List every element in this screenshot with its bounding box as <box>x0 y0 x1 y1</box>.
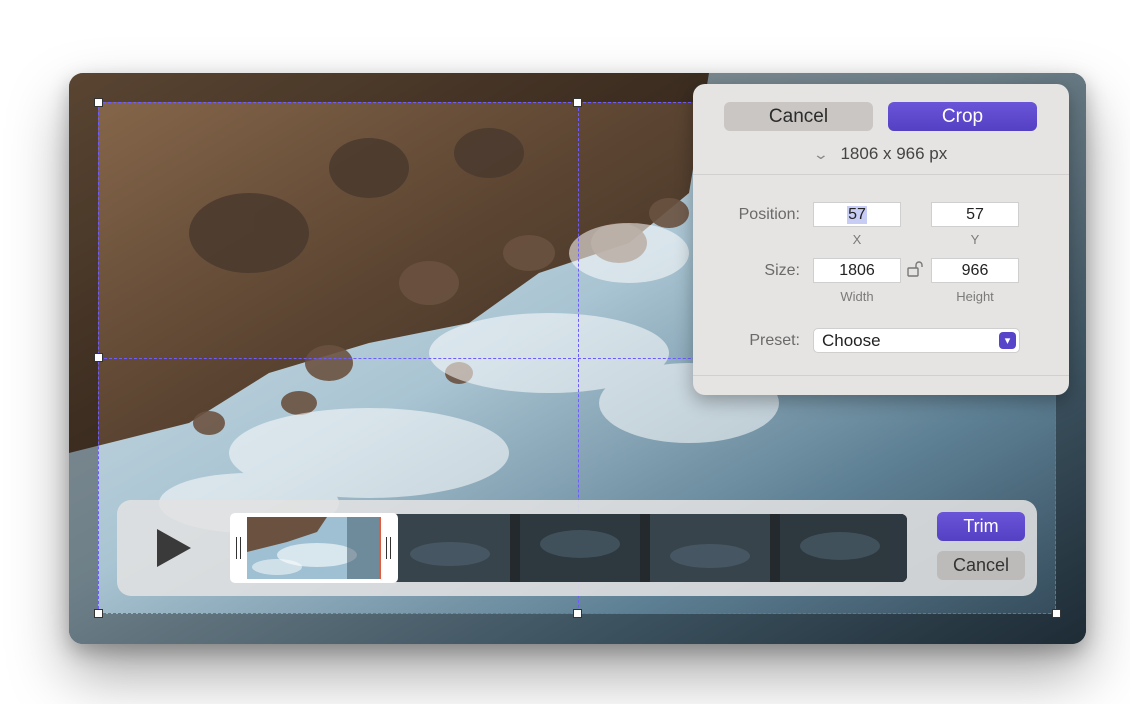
dimensions-readout: 1806 x 966 px <box>840 144 948 163</box>
playhead[interactable] <box>379 517 381 579</box>
height-field[interactable]: 966 <box>931 258 1019 283</box>
trim-handle-left[interactable] <box>236 537 241 559</box>
chevron-down-icon[interactable]: ⌄ <box>812 146 828 163</box>
crop-handle-bottom-left[interactable] <box>94 609 103 618</box>
crop-handle-top-left[interactable] <box>94 98 103 107</box>
y-caption: Y <box>970 232 980 247</box>
trim-handle-right[interactable] <box>386 537 391 559</box>
play-icon[interactable] <box>157 529 191 567</box>
crop-button[interactable]: Crop <box>888 102 1037 131</box>
width-field[interactable]: 1806 <box>813 258 901 283</box>
trim-range-selection[interactable] <box>230 513 398 583</box>
trim-button[interactable]: Trim <box>937 512 1025 541</box>
unlock-icon[interactable] <box>907 260 925 283</box>
height-caption: Height <box>956 289 994 304</box>
chevron-down-icon: ▾ <box>999 332 1016 349</box>
trim-bar: Trim Cancel <box>117 500 1037 596</box>
x-caption: X <box>852 232 862 247</box>
crop-handle-middle-left[interactable] <box>94 353 103 362</box>
cancel-button[interactable]: Cancel <box>724 102 873 131</box>
preset-label: Preset: <box>749 332 800 349</box>
divider <box>693 375 1069 376</box>
preset-select[interactable]: Choose ▾ <box>813 328 1020 353</box>
y-field[interactable]: 57 <box>931 202 1019 227</box>
divider <box>693 174 1069 175</box>
trim-cancel-button[interactable]: Cancel <box>937 551 1025 580</box>
crop-inspector-panel: Cancel Crop ⌄ 1806 x 966 px Position: 57… <box>693 84 1069 395</box>
crop-handle-bottom-center[interactable] <box>573 609 582 618</box>
width-caption: Width <box>840 289 874 304</box>
x-field[interactable]: 57 <box>813 202 901 227</box>
clip-thumbnail <box>247 517 381 579</box>
dimensions-row[interactable]: ⌄ 1806 x 966 px <box>693 142 1069 166</box>
size-label: Size: <box>764 262 800 279</box>
position-label: Position: <box>738 206 800 223</box>
crop-handle-top-center[interactable] <box>573 98 582 107</box>
crop-handle-bottom-right[interactable] <box>1052 609 1061 618</box>
